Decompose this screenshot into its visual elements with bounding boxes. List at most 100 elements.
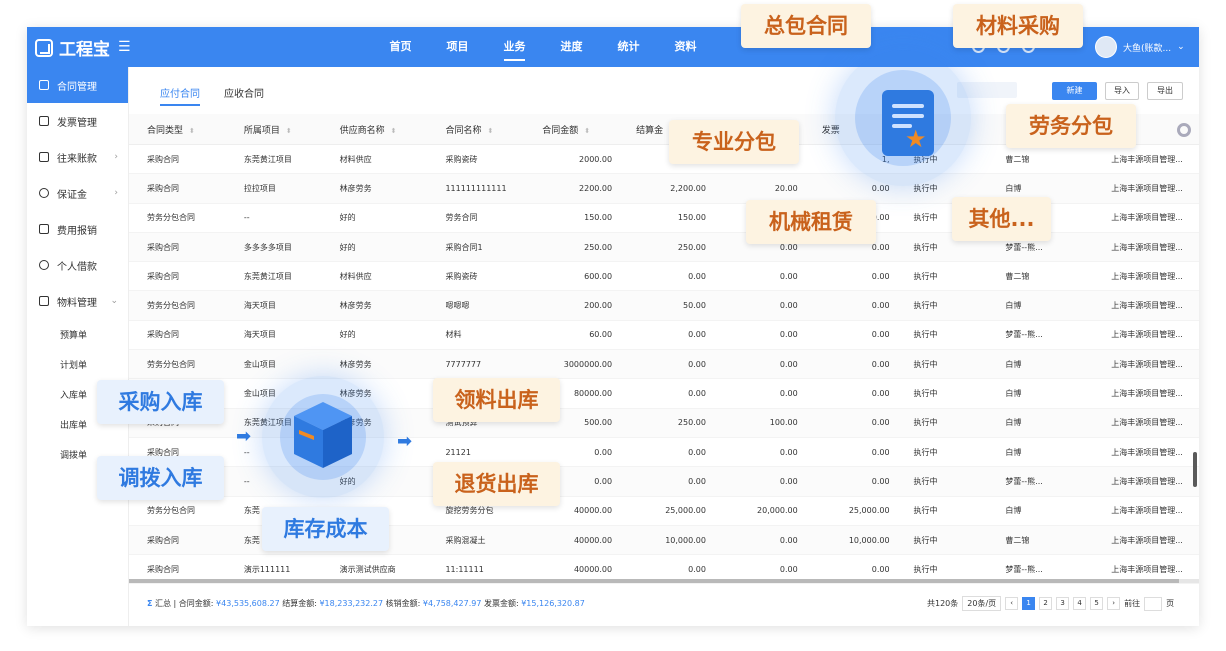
table-cell: 采购瓷砖: [445, 271, 478, 281]
nav-home[interactable]: 首页: [372, 27, 429, 67]
page-button[interactable]: 3: [1056, 597, 1070, 610]
table-cell: 劳务分包合同: [147, 506, 195, 516]
table-footer: Σ 汇总 | 合同金额: ¥43,535,608.27 结算金额: ¥18,23…: [129, 593, 1199, 613]
goto-page-input[interactable]: [1144, 596, 1163, 611]
nav-project[interactable]: 项目: [429, 27, 486, 67]
tab-payable[interactable]: 应付合同: [160, 85, 200, 106]
sidebar-item-accounts[interactable]: 往来账款 ›: [27, 139, 128, 175]
nav-docs[interactable]: 资料: [657, 27, 714, 67]
table-cell: 海天项目: [243, 330, 276, 340]
sidebar-item-loan[interactable]: 个人借款: [27, 247, 128, 283]
table-cell: 0.00: [779, 359, 798, 369]
next-page-button[interactable]: ›: [1107, 597, 1121, 610]
page-button[interactable]: 5: [1090, 597, 1104, 610]
table-cell: 0.00: [688, 330, 706, 340]
table-cell: 上海丰源项目管理...: [1111, 418, 1183, 428]
table-cell: 上海丰源项目管理...: [1111, 330, 1183, 340]
table-cell: 旋挖劳务分包: [445, 506, 494, 516]
table-row[interactable]: 采购合同 东莞黄江项目 材料供应 采购瓷砖 600.00 0.00 0.00 0.00 执行中 曹…: [129, 262, 1199, 292]
table-cell: 梦蕾--熊...: [1005, 242, 1043, 252]
column-header-label: 合同金额: [542, 125, 579, 136]
cube-icon: [39, 296, 49, 306]
column-header[interactable]: 所属项目 ⬍: [226, 123, 322, 136]
shield-icon: [39, 188, 49, 198]
column-header[interactable]: 合同名称 ⬍: [427, 123, 524, 136]
document-icon: [39, 80, 49, 90]
table-cell: 40000.00: [573, 535, 613, 545]
table-row[interactable]: 采购合同东莞黄江项目材料供应采购瓷砖2000.001,1,执行中曹二锦上海丰源项…: [129, 145, 1199, 175]
app-logo[interactable]: 工程宝: [35, 35, 110, 60]
table-row[interactable]: 采购合同 海天项目 好的 材料 60.00 0.00 0.00 0.00 执行中 梦蕾--熊...…: [129, 321, 1199, 351]
table-cell: 采购合同: [147, 535, 179, 545]
tab-receivable[interactable]: 应收合同: [224, 85, 264, 106]
page-button[interactable]: 1: [1022, 597, 1036, 610]
table-cell: 11:11111: [445, 564, 484, 574]
callout-labor-sub: 劳务分包: [1006, 104, 1136, 148]
verify-total: ¥4,758,427.97: [422, 598, 482, 608]
prev-page-button[interactable]: ‹: [1005, 597, 1019, 610]
table-cell: 拉拉项目: [243, 183, 276, 193]
page-button[interactable]: 4: [1073, 597, 1087, 610]
table-cell: 劳务分包合同: [147, 301, 195, 311]
table-cell: 2,200.00: [670, 183, 706, 193]
total-count: 共120条: [927, 599, 959, 608]
column-header-label: 所属项目: [243, 125, 280, 136]
table-cell: 上海丰源项目管理...: [1111, 301, 1183, 311]
sidebar-item-contract[interactable]: 合同管理: [27, 67, 128, 103]
table-row[interactable]: 劳务分包合同 海天项目 林彦劳务 嗯嗯嗯 200.00 50.00 0.00 0.00 执行中 白…: [129, 291, 1199, 321]
sidebar-item-label: 发票管理: [57, 117, 97, 129]
sort-icon[interactable]: ⬍: [487, 127, 493, 135]
import-button[interactable]: 导入: [1105, 82, 1139, 100]
gear-icon[interactable]: [1177, 123, 1191, 137]
nav-stats[interactable]: 统计: [600, 27, 657, 67]
table-cell: 好的: [339, 213, 356, 223]
horizontal-scrollbar[interactable]: [129, 579, 1199, 583]
table-cell: 林彦劳务: [339, 183, 372, 193]
table-cell: 执行中: [913, 330, 938, 340]
user-menu[interactable]: 大鱼(账款... ⌄: [1095, 36, 1185, 58]
table-cell: 0.00: [871, 183, 890, 193]
menu-toggle-icon[interactable]: ☰: [118, 39, 131, 55]
table-cell: 材料供应: [339, 271, 372, 281]
table-cell: 21121: [445, 447, 471, 457]
table-cell: 好的: [339, 330, 356, 340]
sidebar-subitem-budget[interactable]: 预算单: [27, 319, 128, 349]
sort-icon[interactable]: ⬍: [584, 127, 590, 135]
sidebar-subitem-plan[interactable]: 计划单: [27, 349, 128, 379]
callout-inventory-cost: 库存成本: [262, 507, 389, 551]
nav-progress[interactable]: 进度: [543, 27, 600, 67]
table-cell: 上海丰源项目管理...: [1111, 271, 1183, 281]
nav-business[interactable]: 业务: [486, 27, 543, 67]
table-cell: 曹二锦: [1005, 535, 1030, 545]
sidebar-item-invoice[interactable]: 发票管理: [27, 103, 128, 139]
callout-total-contract: 总包合同: [741, 4, 871, 48]
table-cell: 200.00: [584, 301, 613, 311]
chevron-down-icon: ⌄: [1177, 42, 1185, 52]
table-cell: 林彦劳务: [339, 359, 372, 369]
table-cell: 上海丰源项目管理...: [1111, 154, 1183, 164]
new-button[interactable]: 新建: [1052, 82, 1097, 100]
table-cell: 150.00: [677, 213, 706, 223]
export-button[interactable]: 导出: [1147, 82, 1183, 100]
table-cell: 0.00: [871, 418, 890, 428]
vertical-scrollbar[interactable]: [1193, 452, 1197, 487]
table-cell: 0.00: [594, 447, 613, 457]
table-cell: 2000.00: [579, 154, 613, 164]
sidebar-item-materials[interactable]: 物料管理 ⌄: [27, 283, 128, 319]
sidebar-item-expense[interactable]: 费用报销: [27, 211, 128, 247]
callout-machine-rental: 机械租赁: [746, 200, 876, 244]
column-header[interactable]: 供应商名称 ⬍: [322, 123, 428, 136]
sidebar-item-deposit[interactable]: 保证金 ›: [27, 175, 128, 211]
column-header[interactable]: 合同金额 ⬍: [524, 123, 618, 136]
page-size-select[interactable]: 20条/页: [962, 596, 1002, 611]
table-row[interactable]: 劳务分包合同 金山项目 林彦劳务 7777777 3000000.00 0.00 0.00 0…: [129, 350, 1199, 380]
sidebar-item-label: 个人借款: [57, 261, 97, 273]
sort-icon[interactable]: ⬍: [391, 127, 397, 135]
table-cell: 执行中: [913, 564, 938, 574]
table-cell: 曹二锦: [1005, 271, 1030, 281]
table-cell: 10,000.00: [848, 535, 890, 545]
column-header[interactable]: 合同类型 ⬍: [129, 123, 226, 136]
page-button[interactable]: 2: [1039, 597, 1053, 610]
sort-icon[interactable]: ⬍: [189, 127, 195, 135]
sort-icon[interactable]: ⬍: [286, 127, 292, 135]
